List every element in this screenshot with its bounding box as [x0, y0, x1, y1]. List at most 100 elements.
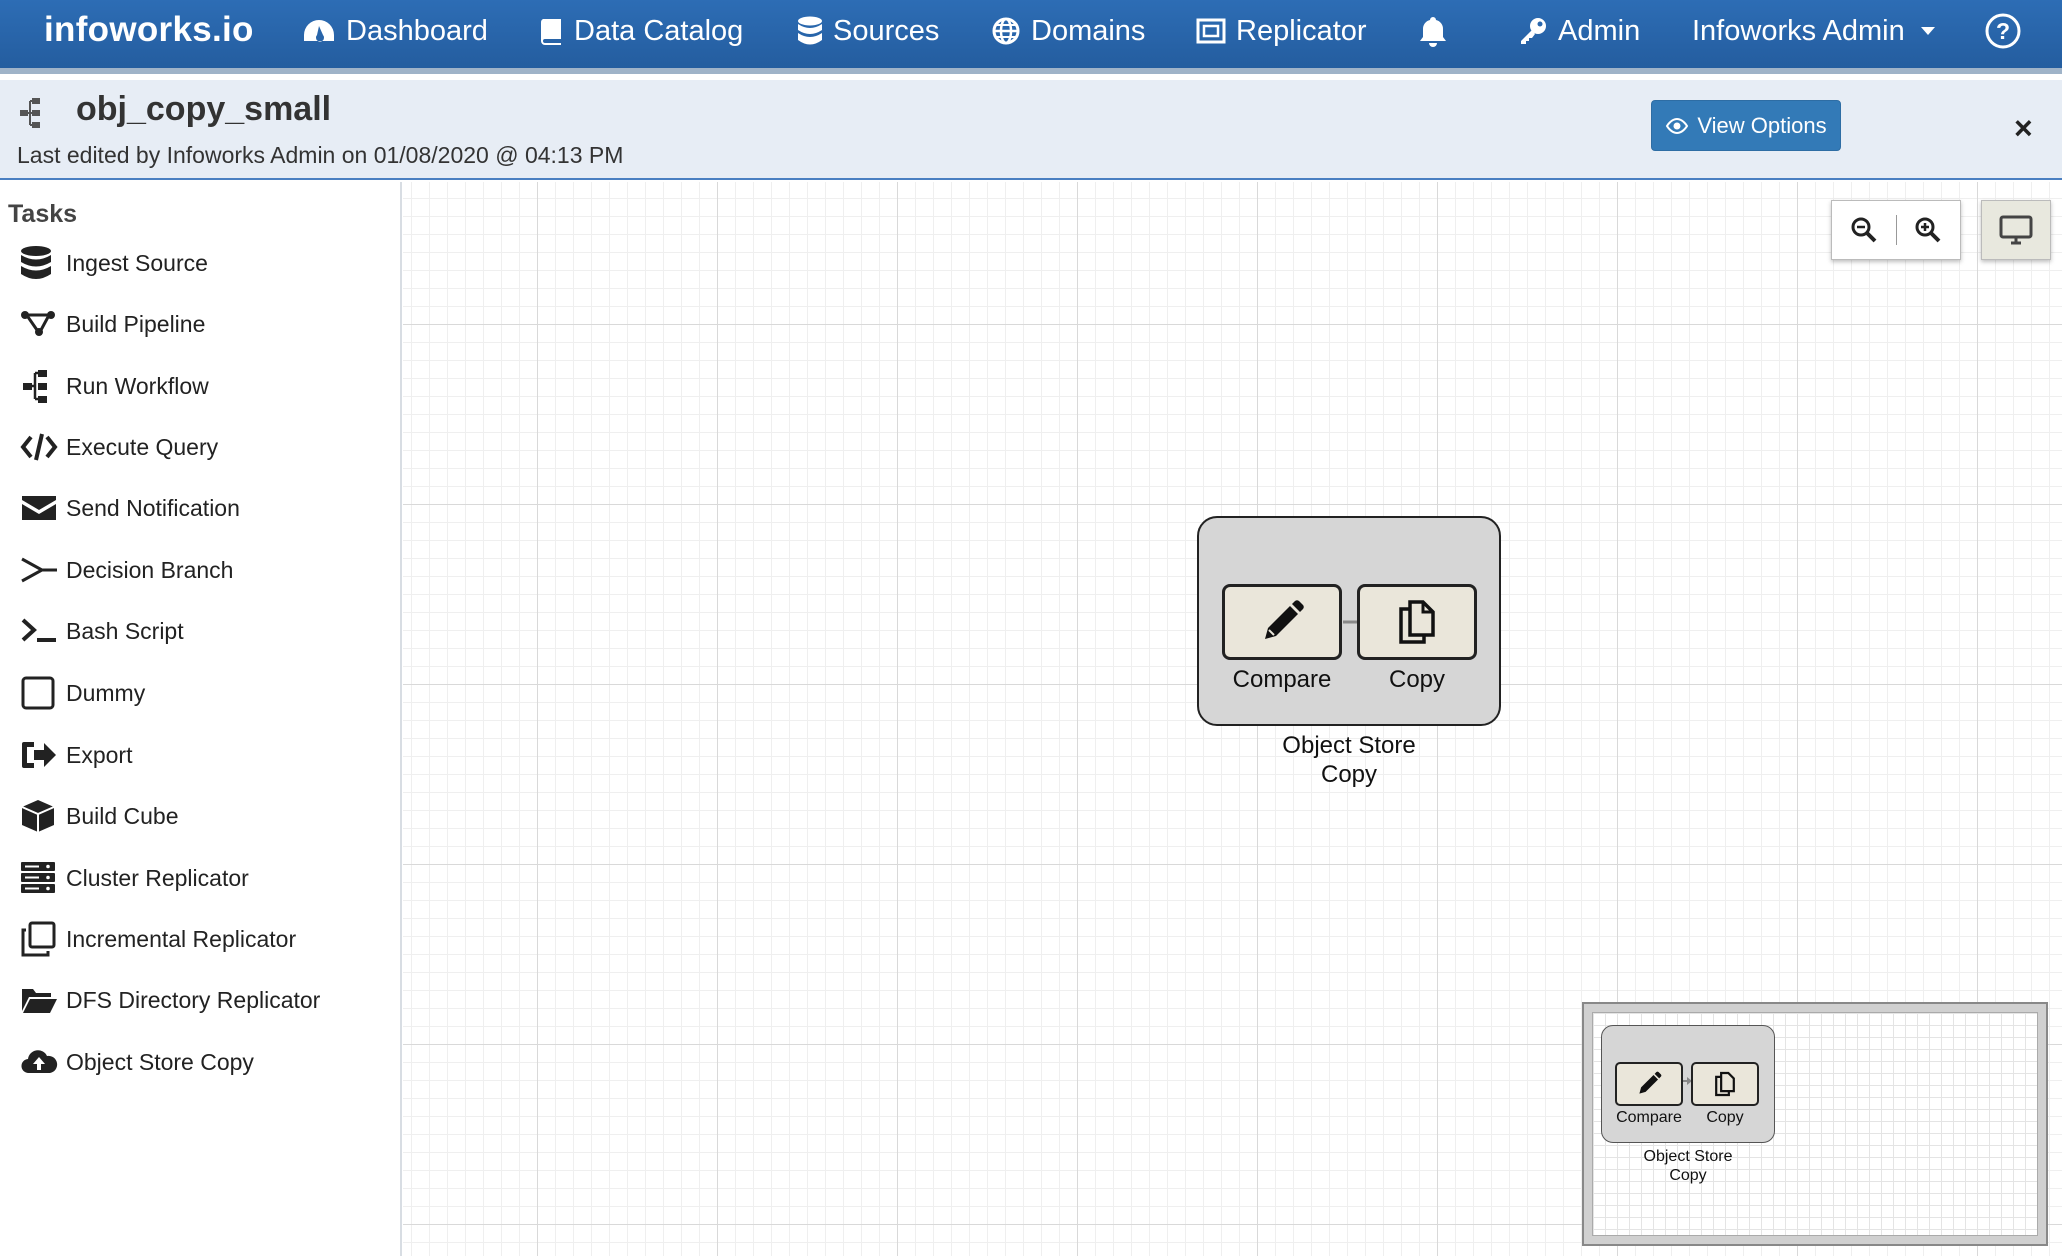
copy-icon [1399, 600, 1435, 644]
cube-icon [21, 800, 55, 832]
terminal-icon [21, 618, 56, 642]
zoom-controls [1831, 200, 1961, 260]
task-cluster-replicator[interactable]: Cluster Replicator [20, 856, 390, 900]
minimap-group-label-line1: Object Store [1643, 1148, 1733, 1165]
globe-icon [992, 17, 1020, 45]
tasks-sidebar: Tasks Ingest Source Build Pipeline Run W… [0, 182, 402, 1256]
task-execute-query[interactable]: Execute Query [20, 425, 390, 469]
chevron-down-icon [1920, 27, 1935, 35]
group-label-line2: Copy [1320, 760, 1378, 788]
task-ingest-source[interactable]: Ingest Source [20, 241, 390, 285]
minimap-copy-label: Copy [1706, 1109, 1744, 1126]
monitor-icon [1999, 215, 2033, 245]
workflow-icon [23, 370, 47, 403]
fit-to-screen-button[interactable] [1981, 200, 2051, 260]
task-label: Bash Script [66, 617, 184, 644]
export-icon [22, 742, 56, 768]
help-icon: ? [1985, 13, 2021, 49]
task-build-cube[interactable]: Build Cube [20, 794, 390, 838]
compare-node[interactable] [1222, 584, 1342, 660]
task-bash-script[interactable]: Bash Script [20, 609, 390, 653]
cloud-upload-icon [21, 1050, 58, 1074]
help-button[interactable]: ? [1985, 10, 2021, 52]
workflow-icon [20, 98, 40, 128]
task-incremental-replicator[interactable]: Incremental Replicator [20, 917, 390, 961]
nav-admin[interactable]: Admin [1518, 10, 1640, 52]
code-icon [20, 433, 58, 461]
compare-node-label: Compare [1232, 666, 1332, 693]
nav-data-catalog-label: Data Catalog [574, 15, 744, 47]
task-label: Incremental Replicator [66, 925, 297, 952]
pencil-icon [1265, 600, 1304, 639]
minimap-group-label-line2: Copy [1669, 1167, 1707, 1185]
page-title: obj_copy_small [76, 90, 332, 128]
nav-sources[interactable]: Sources [797, 10, 939, 52]
view-options-button[interactable]: View Options [1651, 100, 1841, 151]
nav-domains-label: Domains [1031, 15, 1146, 47]
pencil-icon [1639, 1071, 1662, 1094]
top-navbar: infoworks.io Dashboard Data Catalog Sour… [0, 0, 2062, 74]
key-icon [1521, 18, 1546, 44]
pipeline-icon [21, 311, 55, 336]
svg-text:?: ? [1996, 18, 2010, 44]
task-object-store-copy[interactable]: Object Store Copy [20, 1040, 390, 1084]
notifications-button[interactable] [1418, 10, 1448, 52]
tasks-heading: Tasks [8, 200, 78, 228]
bell-icon [1420, 17, 1446, 47]
server-icon [21, 862, 55, 893]
book-icon [540, 19, 561, 45]
task-label: DFS Directory Replicator [66, 986, 321, 1013]
task-build-pipeline[interactable]: Build Pipeline [20, 302, 390, 346]
zoom-out-icon [1851, 217, 1877, 243]
minimap-compare-label: Compare [1616, 1109, 1682, 1126]
zoom-in-button[interactable] [1897, 201, 1961, 259]
task-label: Export [66, 741, 133, 768]
close-button[interactable]: × [2014, 110, 2033, 146]
task-run-workflow[interactable]: Run Workflow [20, 364, 390, 408]
task-label: Execute Query [66, 433, 219, 460]
task-decision-branch[interactable]: Decision Branch [20, 548, 390, 592]
nav-replicator-label: Replicator [1236, 15, 1367, 47]
database-icon [798, 16, 822, 45]
copy-icon [1715, 1071, 1735, 1097]
group-label-line1: Object Store [1282, 732, 1416, 759]
task-export[interactable]: Export [20, 733, 390, 777]
zoom-out-button[interactable] [1832, 201, 1896, 259]
task-send-notification[interactable]: Send Notification [20, 486, 390, 530]
task-dummy[interactable]: Dummy [20, 671, 390, 715]
last-edited-info: Last edited by Infoworks Admin on 01/08/… [17, 142, 624, 168]
nav-sources-label: Sources [833, 15, 940, 47]
minimap-viewport: Compare Copy Object Store Copy [1592, 1012, 2038, 1236]
copy-node[interactable] [1357, 584, 1477, 660]
task-label: Run Workflow [66, 372, 209, 399]
nav-admin-label: Admin [1558, 15, 1641, 47]
minimap[interactable]: Compare Copy Object Store Copy [1582, 1002, 2048, 1246]
task-label: Object Store Copy [66, 1048, 254, 1075]
task-label: Cluster Replicator [66, 864, 249, 891]
view-options-label: View Options [1697, 112, 1827, 138]
nav-data-catalog[interactable]: Data Catalog [540, 10, 743, 52]
minimap-group-label: Object Store Copy [1601, 1147, 1775, 1185]
replicator-icon [1196, 18, 1226, 44]
minimap-copy-node [1691, 1062, 1759, 1106]
branch-icon [21, 557, 57, 583]
brand-logo[interactable]: infoworks.io [44, 8, 254, 52]
dashboard-icon [304, 20, 334, 42]
copy-node-label: Copy [1388, 666, 1446, 693]
square-icon [21, 676, 55, 710]
task-label: Dummy [66, 679, 146, 706]
nav-dashboard[interactable]: Dashboard [302, 10, 488, 52]
task-label: Build Pipeline [66, 310, 206, 337]
database-icon [21, 246, 51, 279]
task-label: Ingest Source [66, 249, 208, 276]
workflow-header: obj_copy_small Last edited by Infoworks … [0, 80, 2062, 180]
zoom-in-icon [1915, 217, 1941, 243]
minimap-compare-node [1615, 1062, 1683, 1106]
task-dfs-directory-replicator[interactable]: DFS Directory Replicator [20, 978, 390, 1022]
task-label: Send Notification [66, 494, 240, 521]
group-label: Object Store Copy [1199, 732, 1499, 790]
nav-replicator[interactable]: Replicator [1196, 10, 1367, 52]
user-menu[interactable]: Infoworks Admin [1692, 10, 1935, 52]
nav-dashboard-label: Dashboard [346, 15, 488, 47]
nav-domains[interactable]: Domains [991, 10, 1145, 52]
